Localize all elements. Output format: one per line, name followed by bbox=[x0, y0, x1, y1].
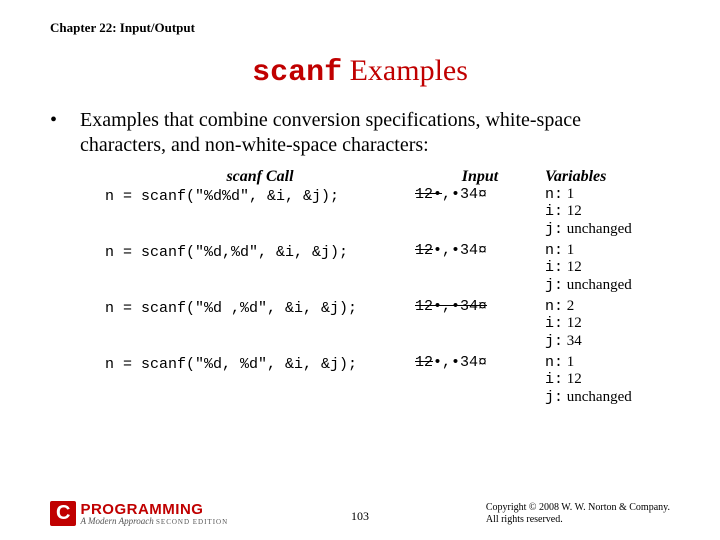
scanf-call: n = scanf("%d, %d", &i, &j); bbox=[105, 354, 415, 410]
variables-cell: n: 2 i: 12 j: 34 bbox=[545, 298, 675, 354]
scanf-call: n = scanf("%d ,%d", &i, &j); bbox=[105, 298, 415, 354]
slide-footer: C PROGRAMMING A Modern Approach SECOND E… bbox=[50, 501, 670, 526]
input-cell: 12•,•34¤ bbox=[415, 298, 545, 354]
logo-subtitle: A Modern Approach SECOND EDITION bbox=[80, 517, 228, 526]
page-number: 103 bbox=[351, 509, 369, 524]
table-row: n = scanf("%d%d", &i, &j);12•,•34¤n: 1 i… bbox=[105, 186, 670, 242]
variables-cell: n: 1 i: 12 j: unchanged bbox=[545, 186, 675, 242]
input-cell: 12•,•34¤ bbox=[415, 242, 545, 298]
copyright: Copyright © 2008 W. W. Norton & Company.… bbox=[486, 502, 670, 526]
col-header-call: scanf Call bbox=[105, 168, 415, 186]
scanf-call: n = scanf("%d%d", &i, &j); bbox=[105, 186, 415, 242]
title-rest: Examples bbox=[342, 54, 468, 87]
table-row: n = scanf("%d ,%d", &i, &j);12•,•34¤n: 2… bbox=[105, 298, 670, 354]
col-header-vars: Variables bbox=[545, 168, 675, 186]
title-code: scanf bbox=[252, 56, 342, 90]
bullet-text: •Examples that combine conversion specif… bbox=[65, 108, 670, 158]
examples-table: scanf Call Input Variables bbox=[105, 168, 670, 186]
slide-title: scanf Examples bbox=[50, 54, 670, 90]
col-header-input: Input bbox=[415, 168, 545, 186]
scanf-call: n = scanf("%d,%d", &i, &j); bbox=[105, 242, 415, 298]
table-row: n = scanf("%d, %d", &i, &j);12•,•34¤n: 1… bbox=[105, 354, 670, 410]
logo-c-icon: C bbox=[50, 501, 76, 526]
variables-cell: n: 1 i: 12 j: unchanged bbox=[545, 354, 675, 410]
chapter-label: Chapter 22: Input/Output bbox=[50, 20, 670, 36]
logo-programming: PROGRAMMING bbox=[80, 502, 228, 517]
variables-cell: n: 1 i: 12 j: unchanged bbox=[545, 242, 675, 298]
input-cell: 12•,•34¤ bbox=[415, 186, 545, 242]
input-cell: 12•,•34¤ bbox=[415, 354, 545, 410]
book-logo: C PROGRAMMING A Modern Approach SECOND E… bbox=[50, 501, 228, 526]
table-row: n = scanf("%d,%d", &i, &j);12•,•34¤n: 1 … bbox=[105, 242, 670, 298]
